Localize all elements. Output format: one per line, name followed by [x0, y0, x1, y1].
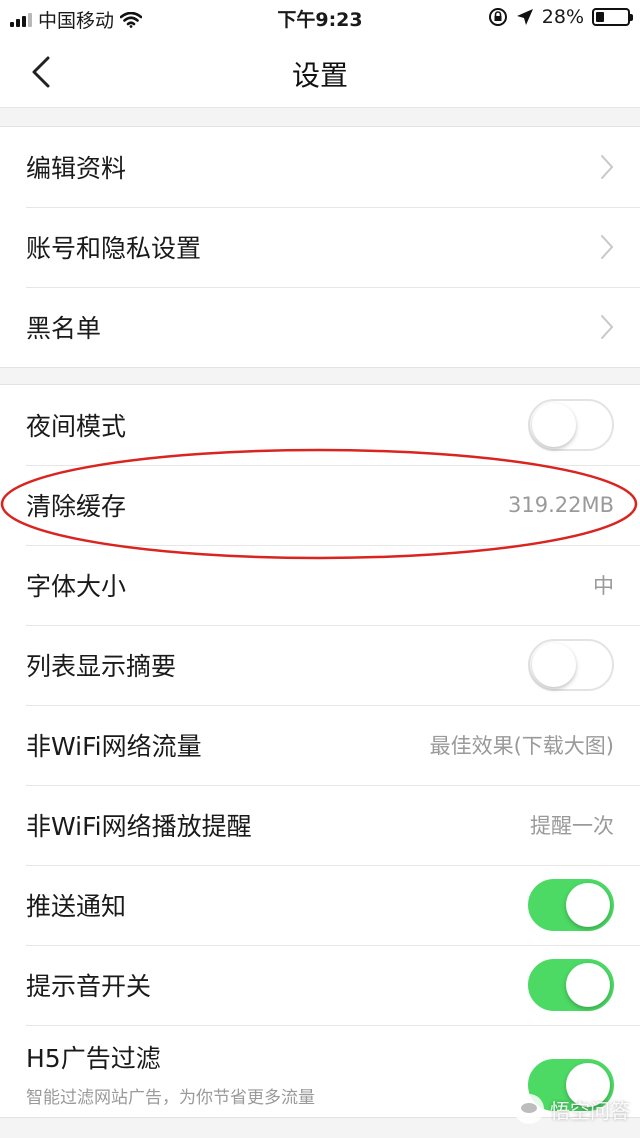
page-title: 设置 [291, 59, 348, 92]
row-label: 列表显示摘要 [26, 652, 177, 681]
chevron-right-icon [601, 155, 614, 179]
row-non-wifi-play[interactable]: 非WiFi网络播放提醒 提醒一次 [0, 785, 640, 865]
row-label: 非WiFi网络播放提醒 [26, 812, 252, 841]
rotation-lock-icon [488, 8, 507, 26]
row-label: 黑名单 [26, 314, 102, 343]
toggle-knob [566, 963, 610, 1007]
battery-percent: 28% [541, 6, 584, 28]
row-label: 字体大小 [26, 572, 127, 601]
row-label: 非WiFi网络流量 [26, 732, 202, 761]
row-edit-profile[interactable]: 编辑资料 [0, 127, 640, 207]
row-label: H5广告过滤 [26, 1044, 161, 1073]
settings-group-general: 夜间模式 清除缓存 319.22MB 字体大小 中 列表显示摘要 非WiFi网络… [0, 384, 640, 1118]
cache-size-value: 319.22MB [507, 493, 614, 517]
chevron-right-icon [601, 315, 614, 339]
row-font-size[interactable]: 字体大小 中 [0, 545, 640, 625]
battery-icon [592, 8, 633, 26]
status-bar: 中国移动 下午9:23 28% [0, 0, 640, 36]
row-list-summary: 列表显示摘要 [0, 625, 640, 705]
non-wifi-traffic-value: 最佳效果(下载大图) [429, 734, 614, 758]
row-night-mode: 夜间模式 [0, 385, 640, 465]
row-account-privacy[interactable]: 账号和隐私设置 [0, 207, 640, 287]
night-mode-toggle[interactable] [528, 399, 614, 451]
row-label: 清除缓存 [26, 492, 127, 521]
row-non-wifi-traffic[interactable]: 非WiFi网络流量 最佳效果(下载大图) [0, 705, 640, 785]
non-wifi-play-value: 提醒一次 [530, 814, 614, 838]
status-right: 28% [488, 6, 633, 28]
list-summary-toggle[interactable] [528, 639, 614, 691]
wukong-logo-icon [514, 1094, 544, 1124]
font-size-value: 中 [593, 574, 614, 598]
watermark-text: 悟空问答 [550, 1098, 630, 1123]
push-toggle[interactable] [528, 879, 614, 931]
row-label: 推送通知 [26, 892, 127, 921]
row-sound: 提示音开关 [0, 945, 640, 1025]
sound-toggle[interactable] [528, 959, 614, 1011]
ad-filter-text: H5广告过滤 智能过滤网站广告，为你节省更多流量 [26, 1039, 315, 1108]
chevron-right-icon [601, 235, 614, 259]
toggle-knob [532, 643, 576, 687]
row-label: 提示音开关 [26, 972, 152, 1001]
toggle-knob [532, 403, 576, 447]
row-push: 推送通知 [0, 865, 640, 945]
row-subtitle: 智能过滤网站广告，为你节省更多流量 [26, 1088, 315, 1108]
location-arrow-icon [516, 9, 533, 25]
nav-bar: 设置 [0, 36, 640, 108]
row-label: 夜间模式 [26, 412, 127, 441]
watermark: 悟空问答 [514, 1094, 630, 1124]
toggle-knob [566, 883, 610, 927]
battery-fill [596, 12, 605, 22]
row-label: 账号和隐私设置 [26, 234, 202, 263]
row-clear-cache[interactable]: 清除缓存 319.22MB [0, 465, 640, 545]
row-label: 编辑资料 [26, 154, 127, 183]
row-blacklist[interactable]: 黑名单 [0, 287, 640, 367]
settings-group-profile: 编辑资料 账号和隐私设置 黑名单 [0, 126, 640, 368]
